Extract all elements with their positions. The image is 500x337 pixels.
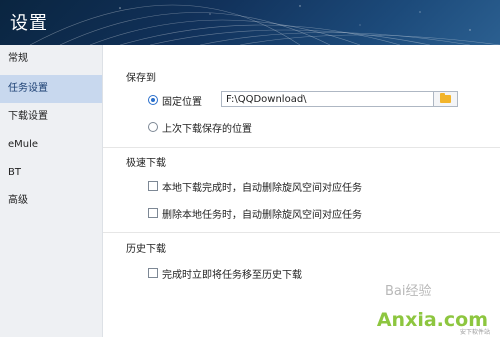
folder-icon bbox=[440, 93, 451, 103]
sidebar: 常规 任务设置 下载设置 eMule BT 高级 bbox=[0, 45, 103, 337]
section-heading-history-download: 历史下载 bbox=[126, 244, 166, 255]
window-title: 设置 bbox=[10, 13, 48, 34]
sidebar-item-task-settings[interactable]: 任务设置 bbox=[0, 75, 102, 103]
section-heading-save-to: 保存到 bbox=[126, 73, 156, 84]
last-location-radio[interactable] bbox=[148, 122, 158, 132]
sidebar-item-general[interactable]: 常规 bbox=[0, 45, 102, 73]
settings-panel: 保存到 固定位置 上次下载保存的位置 极速下载 本地下载完成时，自动删除旋风空间… bbox=[103, 45, 500, 337]
move-to-history-label: 完成时立即将任务移至历史下载 bbox=[162, 270, 302, 281]
browse-folder-button[interactable] bbox=[434, 91, 458, 107]
fixed-location-radio[interactable] bbox=[148, 95, 158, 105]
move-to-history-checkbox[interactable] bbox=[148, 268, 158, 278]
divider bbox=[103, 232, 500, 233]
last-location-label: 上次下载保存的位置 bbox=[162, 124, 252, 135]
auto-delete-on-complete-checkbox[interactable] bbox=[148, 181, 158, 191]
fixed-location-label: 固定位置 bbox=[162, 97, 202, 108]
auto-delete-on-complete-label: 本地下载完成时，自动删除旋风空间对应任务 bbox=[162, 183, 362, 194]
auto-delete-on-remove-checkbox[interactable] bbox=[148, 208, 158, 218]
title-bar: 设置 bbox=[0, 0, 500, 45]
starry-sky-background bbox=[29, 4, 500, 45]
sidebar-item-emule[interactable]: eMule bbox=[0, 131, 102, 159]
auto-delete-on-remove-label: 删除本地任务时，自动删除旋风空间对应任务 bbox=[162, 210, 362, 221]
sidebar-item-advanced[interactable]: 高级 bbox=[0, 187, 102, 215]
baidu-watermark: Bai经验 bbox=[385, 284, 432, 299]
section-heading-speed-download: 极速下载 bbox=[126, 158, 166, 169]
sidebar-item-bt[interactable]: BT bbox=[0, 159, 102, 187]
save-path-input[interactable] bbox=[221, 91, 434, 107]
divider bbox=[103, 147, 500, 148]
sidebar-item-download-settings[interactable]: 下载设置 bbox=[0, 103, 102, 131]
site-watermark-sub: 安下软件站 bbox=[459, 329, 490, 336]
